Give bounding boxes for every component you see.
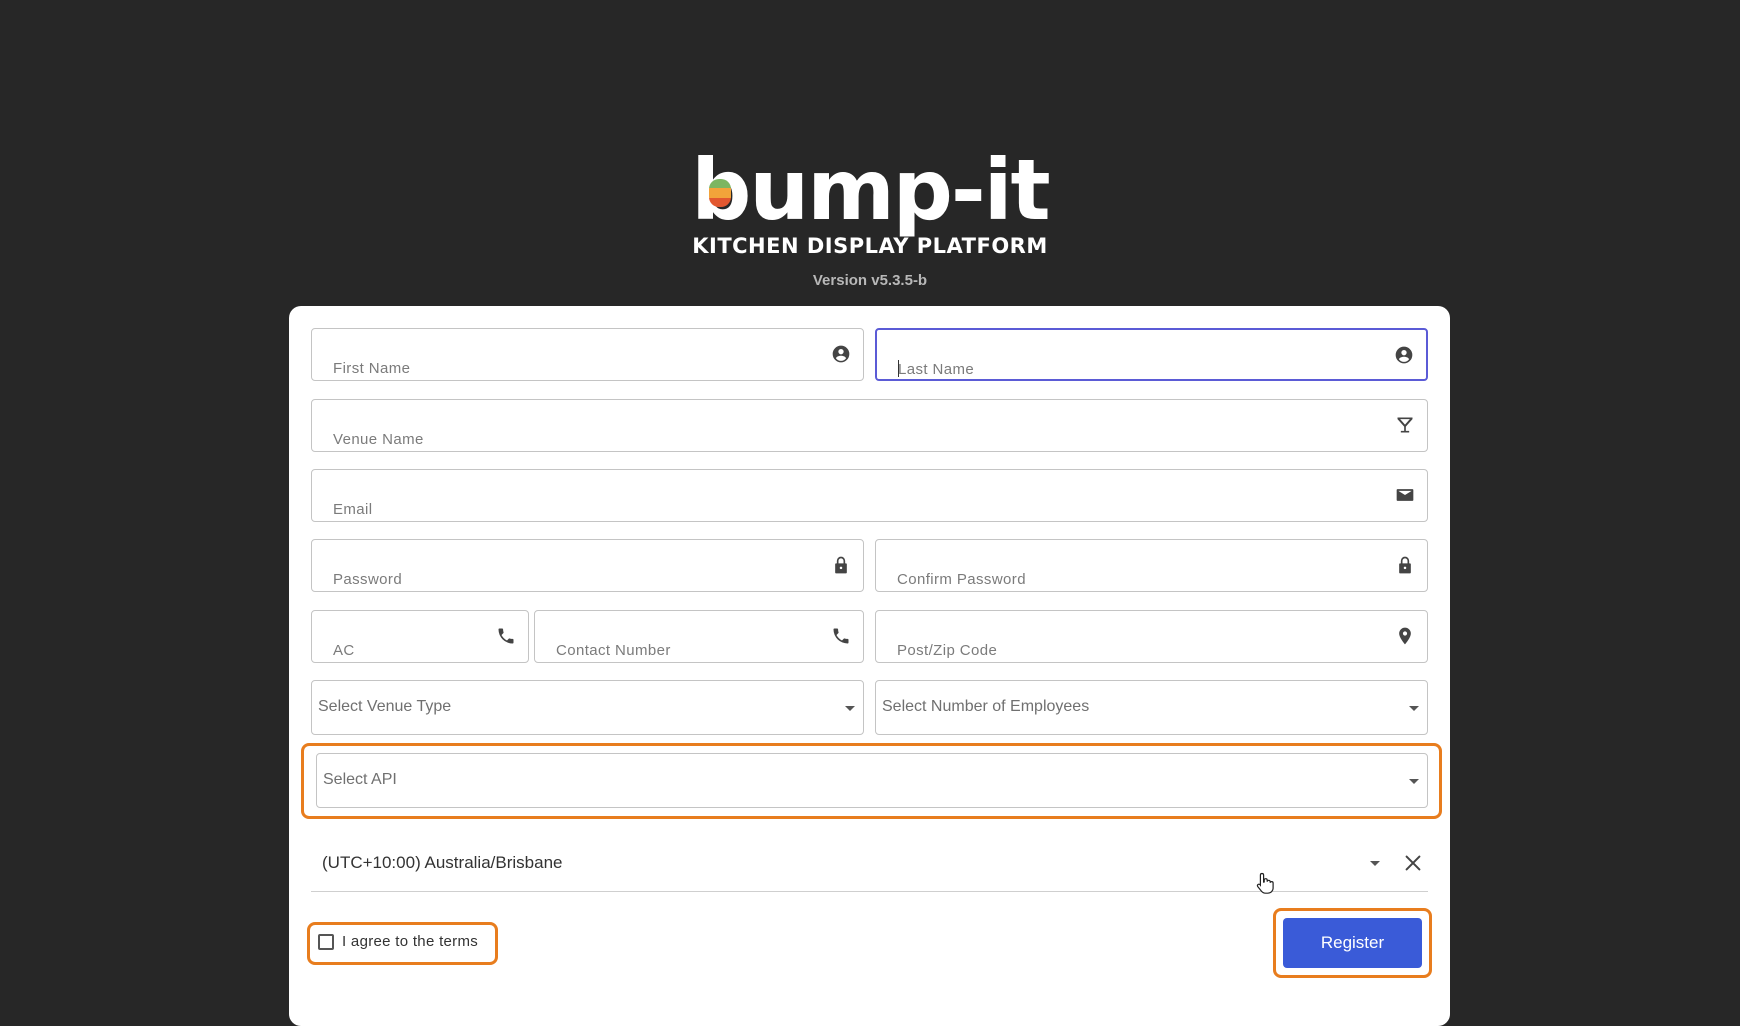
venue-type-select[interactable]: Select Venue Type <box>311 680 864 735</box>
chevron-down-icon <box>845 706 855 711</box>
area-code-placeholder: AC <box>333 642 355 659</box>
venue-name-placeholder: Venue Name <box>333 431 424 448</box>
hand-pointer-icon <box>1256 872 1274 894</box>
chevron-down-icon[interactable] <box>1370 861 1380 866</box>
api-placeholder: Select API <box>323 771 397 788</box>
version-label: Version v5.3.5-b <box>812 272 928 289</box>
timezone-value: (UTC+10:00) Australia/Brisbane <box>322 853 563 872</box>
email-placeholder: Email <box>333 501 373 518</box>
contact-number-field[interactable]: Contact Number <box>534 610 864 663</box>
logo-burger-icon <box>709 179 732 207</box>
confirm-password-field[interactable]: Confirm Password <box>875 539 1428 592</box>
password-field[interactable]: Password <box>311 539 864 592</box>
envelope-icon <box>1395 485 1415 505</box>
postcode-field[interactable]: Post/Zip Code <box>875 610 1428 663</box>
contact-number-placeholder: Contact Number <box>556 642 671 659</box>
location-pin-icon <box>1395 626 1415 646</box>
account-circle-icon <box>831 344 851 364</box>
confirm-password-placeholder: Confirm Password <box>897 571 1026 588</box>
terms-checkbox-row[interactable]: I agree to the terms <box>318 933 478 950</box>
last-name-placeholder: Last Name <box>898 361 975 378</box>
employees-select[interactable]: Select Number of Employees <box>875 680 1428 735</box>
last-name-field[interactable]: Last Name <box>875 328 1428 381</box>
api-select[interactable]: Select API <box>316 753 1428 808</box>
employees-placeholder: Select Number of Employees <box>882 698 1090 715</box>
venue-type-placeholder: Select Venue Type <box>318 698 452 715</box>
first-name-field[interactable]: First Name <box>311 328 864 381</box>
lock-icon <box>1395 555 1415 575</box>
password-placeholder: Password <box>333 571 403 588</box>
register-button[interactable]: Register <box>1283 918 1422 968</box>
lock-icon <box>831 555 851 575</box>
phone-icon <box>496 626 516 646</box>
account-circle-icon <box>1394 345 1414 365</box>
first-name-placeholder: First Name <box>333 360 411 377</box>
logo: bump-it <box>691 148 1050 232</box>
phone-icon <box>831 626 851 646</box>
chevron-down-icon <box>1409 706 1419 711</box>
clear-icon[interactable] <box>1402 852 1424 874</box>
email-field[interactable]: Email <box>311 469 1428 522</box>
postcode-placeholder: Post/Zip Code <box>897 642 998 659</box>
area-code-field[interactable]: AC <box>311 610 529 663</box>
terms-checkbox[interactable] <box>318 933 334 950</box>
venue-name-field[interactable]: Venue Name <box>311 399 1428 452</box>
logo-text: bump-it <box>691 141 1050 239</box>
chevron-down-icon <box>1409 779 1419 784</box>
terms-label[interactable]: I agree to the terms <box>342 933 478 950</box>
cocktail-glass-icon <box>1395 415 1415 435</box>
brand-header: bump-it KITCHEN DISPLAY PLATFORM Version… <box>0 148 1740 289</box>
